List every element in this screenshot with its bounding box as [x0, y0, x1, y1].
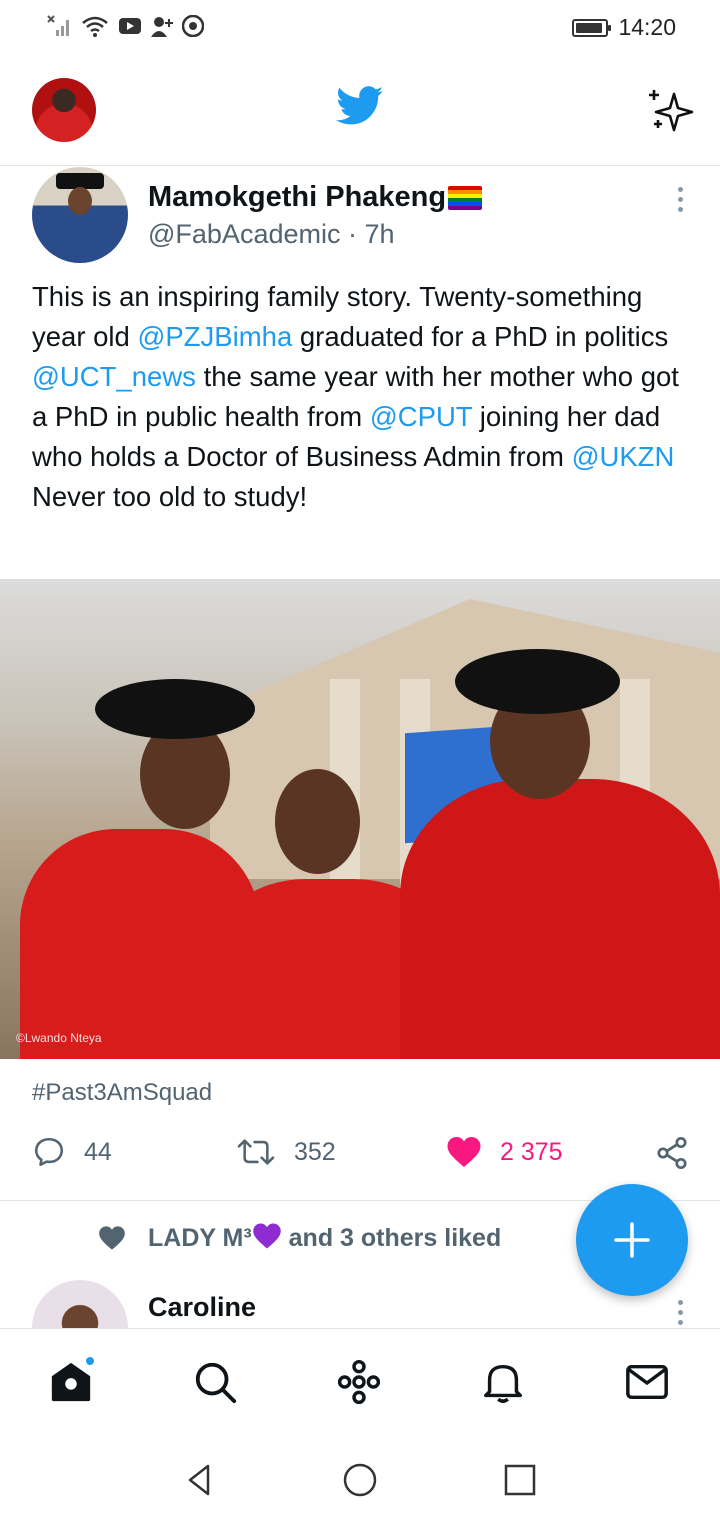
twitter-bird-icon[interactable] — [336, 86, 384, 126]
tweet-text: This is an inspiring family story. Twent… — [32, 277, 692, 517]
profile-avatar-button[interactable] — [32, 78, 96, 142]
recents-square-icon[interactable] — [500, 1460, 540, 1500]
chrome-icon — [182, 15, 204, 37]
social-context[interactable]: LADY M³ and 3 others liked — [98, 1222, 501, 1253]
liked-by-name: LADY M³ — [148, 1224, 252, 1252]
heart-small-icon — [99, 1225, 125, 1250]
clock: 14:20 — [618, 14, 676, 40]
share-icon — [657, 1136, 687, 1170]
reply-icon — [34, 1137, 64, 1167]
reply-button[interactable]: 44 — [32, 1135, 112, 1169]
rainbow-flag-icon — [448, 185, 483, 210]
top-app-bar — [0, 56, 720, 166]
spaces-icon[interactable] — [336, 1359, 382, 1405]
retweet-button[interactable]: 352 — [236, 1135, 336, 1169]
sparkle-icon[interactable] — [646, 86, 696, 134]
add-user-icon — [151, 17, 173, 37]
hashtag[interactable]: #Past3AmSquad — [32, 1079, 212, 1107]
retweet-icon — [237, 1139, 275, 1165]
mention-link[interactable]: @CPUT — [370, 401, 472, 432]
meta-separator: · — [348, 219, 357, 249]
search-icon[interactable] — [192, 1359, 238, 1405]
more-options-icon[interactable] — [676, 187, 684, 215]
tweet-text-segment: graduated for a PhD in politics — [292, 321, 669, 352]
author-meta: @FabAcademic · 7h — [148, 219, 395, 250]
system-navigation-bar — [0, 1440, 720, 1520]
bottom-navigation — [0, 1328, 720, 1440]
mention-link[interactable]: @PZJBimha — [137, 321, 292, 352]
like-count: 2 375 — [500, 1137, 563, 1166]
status-icons-right: 14:20 — [572, 14, 676, 41]
status-icons-left — [46, 14, 204, 38]
reply-count: 44 — [84, 1137, 112, 1166]
tweet-photo[interactable]: ©Lwando Nteya — [0, 579, 720, 1059]
liked-by-rest: and 3 others liked — [288, 1224, 502, 1252]
messages-envelope-icon[interactable] — [624, 1359, 670, 1405]
purple-heart-emoji-icon — [252, 1223, 281, 1249]
mention-link[interactable]: @UKZN — [572, 441, 675, 472]
author-avatar[interactable] — [32, 167, 128, 263]
youtube-icon — [119, 18, 141, 34]
next-author-name[interactable]: Caroline — [148, 1292, 256, 1323]
tweet-time[interactable]: 7h — [365, 219, 395, 249]
share-button[interactable] — [654, 1135, 690, 1171]
notifications-bell-icon[interactable] — [480, 1359, 526, 1405]
tweet-text-segment: Never too old to study! — [32, 481, 308, 512]
author-name[interactable]: Mamokgethi Phakeng — [148, 181, 483, 214]
status-bar: 14:20 — [0, 0, 720, 56]
retweet-count: 352 — [294, 1137, 336, 1166]
compose-tweet-button[interactable] — [576, 1184, 688, 1296]
next-more-options-icon[interactable] — [676, 1300, 684, 1328]
mention-link[interactable]: @UCT_news — [32, 361, 196, 392]
home-circle-icon[interactable] — [340, 1460, 380, 1500]
heart-filled-icon — [447, 1137, 481, 1167]
back-icon[interactable] — [180, 1460, 220, 1500]
battery-icon — [572, 18, 612, 37]
like-button[interactable]: 2 375 — [446, 1135, 563, 1169]
no-signal-icon — [47, 15, 69, 36]
author-handle[interactable]: @FabAcademic — [148, 219, 340, 249]
photo-credit: ©Lwando Nteya — [16, 1031, 102, 1045]
home-notification-dot — [84, 1355, 96, 1367]
wifi-icon — [82, 16, 108, 37]
plus-icon — [614, 1222, 650, 1258]
tweet-actions: 44 352 2 375 — [0, 1135, 720, 1179]
